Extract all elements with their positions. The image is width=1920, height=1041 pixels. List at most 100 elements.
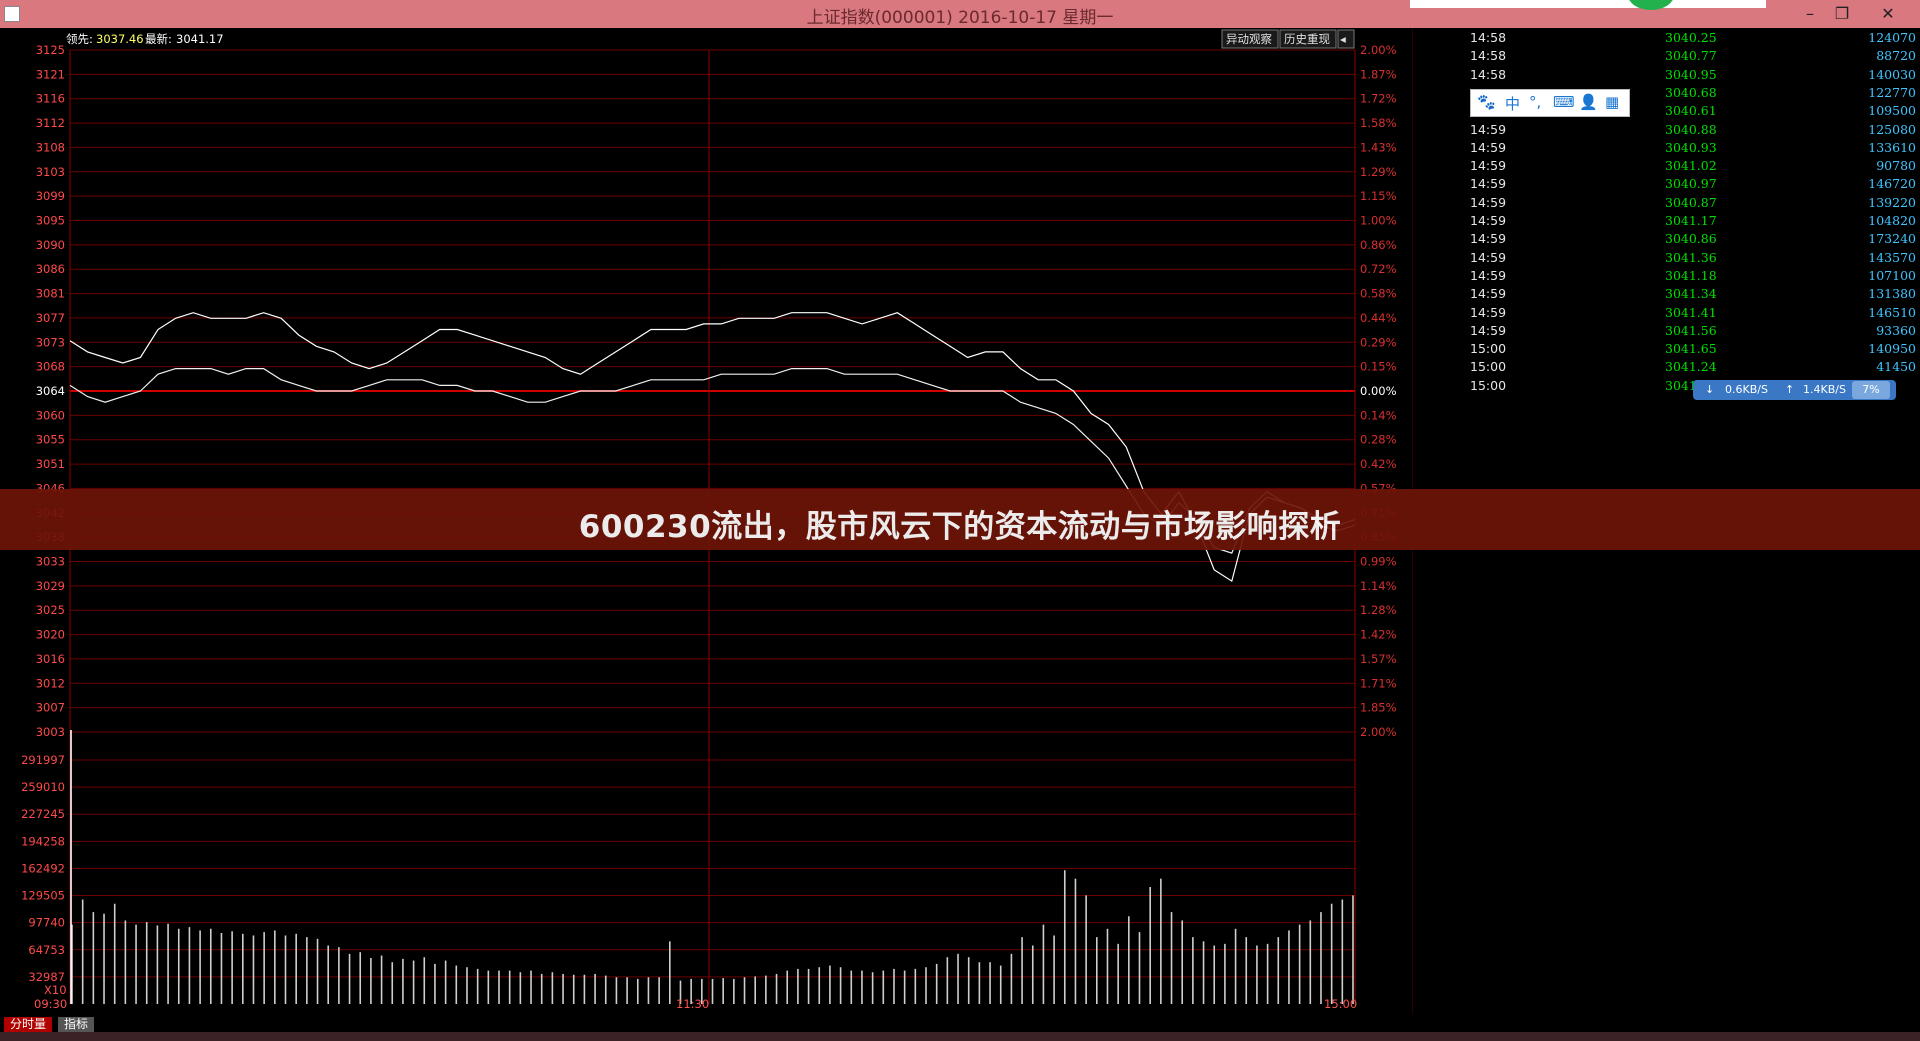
upload-speed: 1.4KB/S — [1803, 383, 1846, 396]
tick-volume: 125080 — [1868, 121, 1916, 137]
tick-volume: 88720 — [1876, 48, 1916, 64]
tick-volume: 90780 — [1876, 158, 1916, 174]
percent-tick-label: 1.15% — [1360, 189, 1397, 203]
tick-time: 15:00 — [1470, 359, 1507, 375]
volume-tick-label: 194258 — [21, 834, 65, 848]
percent-tick-label: 1.42% — [1360, 628, 1397, 642]
maximize-button[interactable]: ❐ — [1822, 0, 1862, 28]
punctuation-icon[interactable]: °, — [1529, 93, 1541, 111]
tick-row: 14:58 3040.95 140030 — [1413, 66, 1920, 84]
tick-price: 3040.25 — [1665, 30, 1717, 45]
article-title: 600230流出，股市风云下的资本流动与市场影响探析 — [578, 509, 1342, 545]
tab-volume[interactable]: 分时量 — [4, 1017, 53, 1032]
network-monitor: ↓ 0.6KB/S ↑ 1.4KB/S 7% — [1693, 380, 1896, 400]
percent-tick-label: 0.86% — [1360, 238, 1397, 252]
tick-time: 14:59 — [1470, 322, 1507, 338]
tab-indicator[interactable]: 指标 — [58, 1017, 95, 1032]
percent-tick-label: 1.58% — [1360, 116, 1397, 130]
percent-tick-label: 2.00% — [1360, 725, 1397, 739]
tick-price: 3041.41 — [1665, 304, 1717, 320]
price-tick-label: 3033 — [36, 555, 65, 569]
tick-volume: 107100 — [1868, 267, 1916, 283]
volume-unit-label: X10 — [44, 983, 67, 997]
percent-tick-label: 0.00% — [1360, 384, 1397, 398]
ime-toolbar[interactable]: 🐾 中 °, ⌨ 👤 ▦ — [1470, 89, 1630, 117]
tick-volume: 131380 — [1868, 286, 1916, 302]
tick-volume: 140950 — [1868, 341, 1916, 357]
tick-price: 3041.65 — [1665, 341, 1717, 357]
tick-volume: 122770 — [1868, 84, 1916, 100]
time-label-start: 09:30 — [34, 997, 67, 1011]
tick-price: 3041.18 — [1665, 267, 1717, 283]
price-tick-label: 3020 — [36, 628, 65, 642]
tick-price: 3040.87 — [1665, 194, 1717, 210]
percent-tick-label: 1.28% — [1360, 603, 1397, 617]
volume-tick-label: 227245 — [21, 807, 65, 821]
tick-volume: 140030 — [1868, 66, 1916, 82]
tick-volume: 143570 — [1868, 249, 1916, 265]
volume-tick-label: 32987 — [28, 970, 65, 984]
download-speed: 0.6KB/S — [1725, 383, 1768, 396]
upload-arrow-icon: ↑ — [1785, 383, 1795, 396]
tick-price: 3040.97 — [1665, 176, 1717, 192]
tick-time: 14:59 — [1470, 158, 1507, 174]
title-bar: 上证指数(000001) 2016-10-17 星期一 – ❐ ✕ — [0, 0, 1920, 28]
history-replay-label: 历史重现 — [1284, 32, 1330, 46]
price-tick-label: 3077 — [36, 311, 65, 325]
tick-price: 3040.95 — [1665, 66, 1717, 82]
price-tick-label: 3029 — [36, 579, 65, 593]
tick-volume: 139220 — [1868, 194, 1916, 210]
tick-time: 14:59 — [1470, 139, 1507, 155]
percent-tick-label: 1.72% — [1360, 92, 1397, 106]
user-icon[interactable]: 👤 — [1579, 93, 1598, 111]
tick-time: 15:00 — [1470, 377, 1507, 393]
tick-row: 15:00 3041.24 41450 — [1413, 358, 1920, 376]
tick-price: 3041.02 — [1665, 158, 1717, 174]
tick-volume: 124070 — [1868, 30, 1916, 45]
price-tick-label: 3007 — [36, 701, 65, 715]
price-tick-label: 3112 — [36, 116, 65, 130]
percent-tick-label: 0.44% — [1360, 311, 1397, 325]
percent-tick-label: 0.99% — [1360, 555, 1397, 569]
percent-tick-label: 0.58% — [1360, 287, 1397, 301]
price-tick-label: 3068 — [36, 360, 65, 374]
tick-row: 15:00 3041.65 140950 — [1413, 340, 1920, 358]
tick-time: 14:59 — [1470, 267, 1507, 283]
tick-row: 14:59 3041.02 90780 — [1413, 157, 1920, 175]
price-tick-label: 3121 — [36, 67, 65, 81]
tick-volume: 146720 — [1868, 176, 1916, 192]
keyboard-icon[interactable]: ⌨ — [1553, 93, 1575, 111]
price-tick-label: 3108 — [36, 140, 65, 154]
close-button[interactable]: ✕ — [1868, 0, 1908, 28]
tick-price: 3040.61 — [1665, 103, 1717, 119]
tick-price: 3041.17 — [1665, 213, 1717, 228]
tick-row: 14:59 3041.56 93360 — [1413, 322, 1920, 340]
tick-time: 14:59 — [1470, 286, 1507, 302]
price-tick-label: 3086 — [36, 262, 65, 276]
tick-volume: 133610 — [1868, 139, 1916, 155]
paw-icon[interactable]: 🐾 — [1477, 93, 1496, 111]
panel-toggle-arrow-icon: ◂ — [1340, 32, 1346, 46]
price-tick-label: 3073 — [36, 335, 65, 349]
percent-tick-label: 1.87% — [1360, 67, 1397, 81]
price-axis: 3125 3121 3116 3112 3108 3103 3099 3095 3090 3086… — [36, 43, 65, 739]
price-tick-label: 3081 — [36, 287, 65, 301]
tick-row: 14:58 3040.77 88720 — [1413, 47, 1920, 65]
grid-icon[interactable]: ▦ — [1605, 93, 1619, 111]
volume-tick-label: 259010 — [21, 780, 65, 794]
tick-row: 14:58 3040.25 124070 — [1413, 29, 1920, 47]
chinese-mode-icon[interactable]: 中 — [1505, 93, 1520, 114]
tick-price: 3041.34 — [1665, 286, 1717, 302]
price-tick-label: 3055 — [36, 433, 65, 447]
tick-time: 14:58 — [1470, 30, 1507, 45]
percent-tick-label: 0.72% — [1360, 262, 1397, 276]
tick-row: 14:59 3040.87 139220 — [1413, 194, 1920, 212]
tick-row: 14:59 3040.88 125080 — [1413, 121, 1920, 139]
tick-price: 3040.88 — [1665, 121, 1717, 137]
tick-time: 14:59 — [1470, 213, 1507, 228]
price-tick-label: 3116 — [36, 92, 65, 106]
anomaly-watch-label: 异动观察 — [1226, 32, 1272, 46]
volume-tick-label: 64753 — [28, 943, 65, 957]
lead-label: 领先: — [66, 32, 93, 46]
tick-row: 14:59 3041.18 107100 — [1413, 267, 1920, 285]
